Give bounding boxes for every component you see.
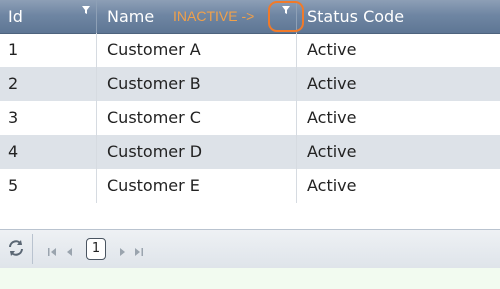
column-header-id[interactable]: Id: [0, 0, 97, 33]
table-row[interactable]: 4 Customer D Active: [0, 135, 500, 169]
cell-status-code: Active: [307, 176, 357, 195]
column-header-label: Id: [8, 7, 23, 26]
cell-id: 3: [0, 101, 97, 135]
cell-id: 1: [0, 33, 97, 67]
cell-status-code: Active: [307, 142, 357, 161]
table-row[interactable]: 1 Customer A Active: [0, 33, 500, 67]
cell-status-code: Active: [307, 40, 357, 59]
table-row[interactable]: 2 Customer B Active: [0, 67, 500, 101]
next-page-icon[interactable]: [117, 243, 127, 256]
cell-status-code: Active: [307, 108, 357, 127]
grid-body: 1 Customer A Active 2 Customer B Active …: [0, 33, 500, 203]
annotation-highlight-ring: [268, 1, 304, 32]
cell-id: 2: [0, 67, 97, 101]
prev-page-icon[interactable]: [65, 243, 75, 256]
column-header-label: Name: [107, 7, 155, 26]
cell-id: 4: [0, 135, 97, 169]
pager: 1: [0, 229, 500, 269]
cell-name: Customer E: [97, 169, 297, 203]
data-grid: Id Name Status Code INACTIVE -> 1 Custom…: [0, 0, 500, 289]
cell-id: 5: [0, 169, 97, 203]
cell-name: Customer D: [97, 135, 297, 169]
column-header-status-code[interactable]: Status Code: [297, 0, 500, 33]
filter-icon[interactable]: [80, 4, 92, 16]
cell-name: Customer C: [97, 101, 297, 135]
current-page-button[interactable]: 1: [86, 238, 106, 260]
annotation-label: INACTIVE ->: [173, 8, 255, 24]
table-row[interactable]: 3 Customer C Active: [0, 101, 500, 135]
first-page-icon[interactable]: [47, 243, 57, 256]
column-header-label: Status Code: [307, 7, 405, 26]
cell-name: Customer B: [97, 67, 297, 101]
footer-strip: [0, 268, 500, 289]
refresh-icon[interactable]: [6, 238, 26, 258]
last-page-icon[interactable]: [134, 243, 144, 256]
table-row[interactable]: 5 Customer E Active: [0, 169, 500, 203]
cell-name: Customer A: [97, 33, 297, 67]
cell-status-code: Active: [307, 74, 357, 93]
pager-divider: [32, 234, 33, 264]
grid-header: Id Name Status Code INACTIVE ->: [0, 0, 500, 34]
